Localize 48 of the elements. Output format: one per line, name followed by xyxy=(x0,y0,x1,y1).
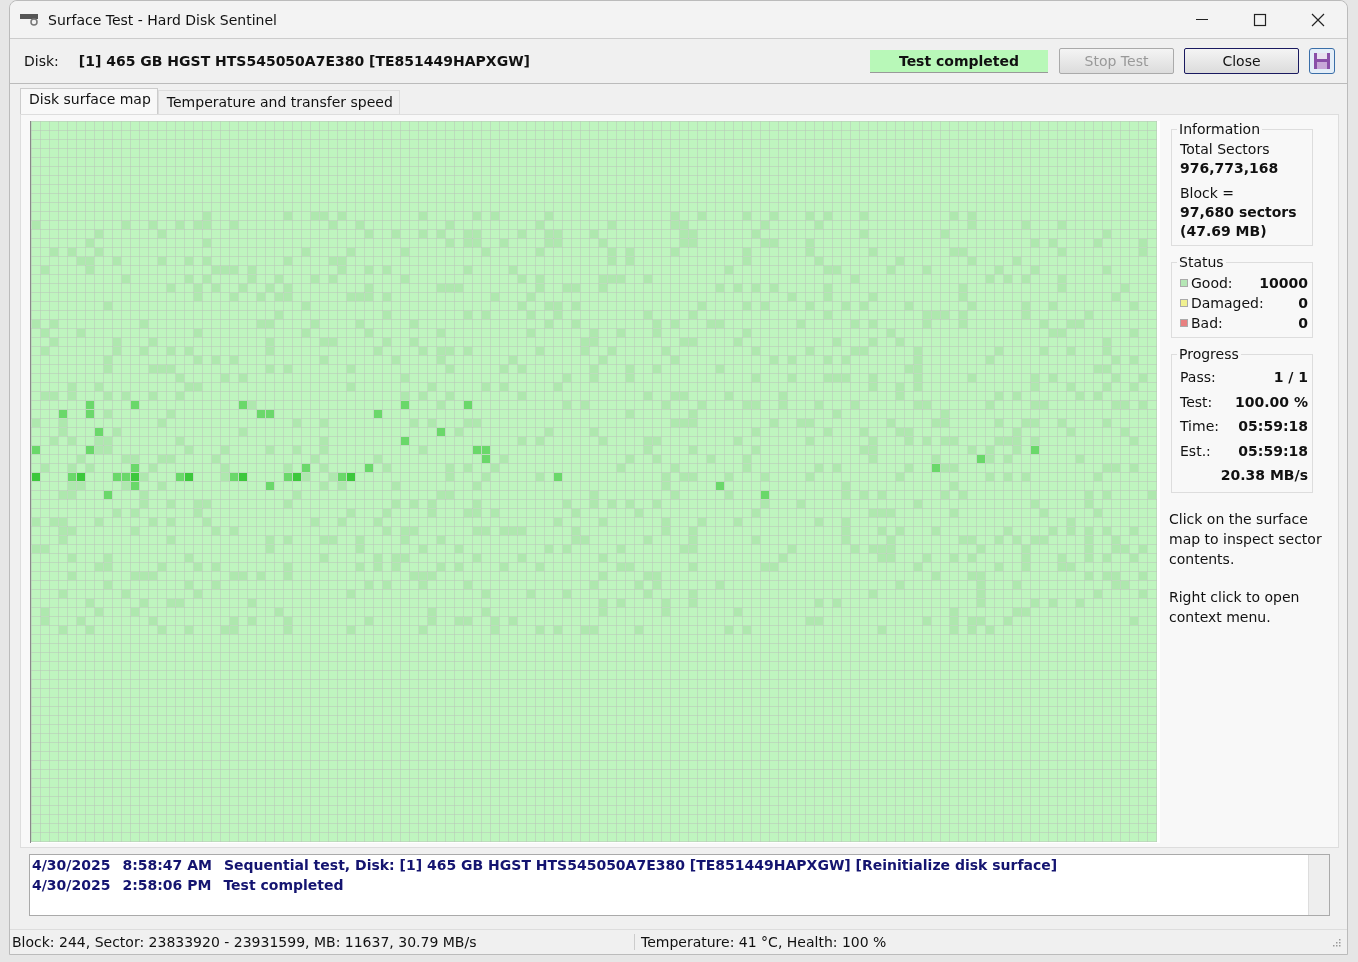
resize-grip-icon[interactable] xyxy=(1331,937,1341,947)
progress-value: 20.38 MB/s xyxy=(1220,466,1308,485)
log-message: Test completed xyxy=(223,876,344,895)
group-title: Progress xyxy=(1177,346,1241,362)
status-text: Block: 244, Sector: 23833920 - 23931599, MB: 11637, 30.79 MB/s xyxy=(10,934,635,950)
status-label: Damaged: xyxy=(1191,294,1265,313)
progress-value: 1 / 1 xyxy=(1273,368,1308,387)
status-value: 0 xyxy=(1298,314,1308,333)
close-icon xyxy=(1311,12,1325,27)
status-value: 10000 xyxy=(1259,274,1308,293)
disk-label: Disk: xyxy=(24,53,59,69)
status-value: 0 xyxy=(1298,294,1308,313)
info-text: 976,773,168 xyxy=(1180,159,1280,178)
progress-label: Pass: xyxy=(1180,368,1217,387)
log-time: 2:58:06 PM xyxy=(122,876,212,895)
disk-value: [1] 465 GB HGST HTS545050A7E380 [TE851449HAPXGW] xyxy=(78,53,530,69)
log-message: Sequential test, Disk: [1] 465 GB HGST HTS545050A7E380 [TE851449HAPXGW] [Reinitialize disk surface] xyxy=(223,856,1058,875)
progress-value: 100.00 % xyxy=(1235,392,1308,412)
test-status: Test completed xyxy=(870,49,1048,73)
minimize-icon xyxy=(1196,19,1208,20)
maximize-icon xyxy=(1253,12,1267,27)
hint-text: Click on the surface map to inspect sector contents. xyxy=(1169,509,1323,569)
progress-label: Test: xyxy=(1180,392,1214,412)
group-title: Status xyxy=(1177,254,1226,270)
progress-label: Time: xyxy=(1180,417,1220,436)
progress-label: Est.: xyxy=(1180,441,1212,461)
status-text: Temperature: 41 °C, Health: 100 % xyxy=(640,934,888,950)
progress-value: 05:59:18 xyxy=(1238,417,1308,436)
group-title: Information xyxy=(1177,121,1263,137)
surface-map-drawing[interactable] xyxy=(31,121,1157,842)
log-time: 8:58:47 AM xyxy=(122,856,212,875)
tab[interactable]: Temperature and transfer speed xyxy=(157,90,400,114)
disk-icon xyxy=(20,12,40,27)
progress-value: 05:59:18 xyxy=(1238,441,1308,461)
info-text: (47.69 MB) xyxy=(1180,222,1268,241)
info-text: Block = xyxy=(1180,184,1236,203)
info-text: Total Sectors xyxy=(1180,140,1271,159)
scrollbar[interactable] xyxy=(1308,855,1329,915)
status-label: Bad: xyxy=(1191,314,1224,333)
save-button[interactable] xyxy=(1309,48,1335,74)
tab[interactable]: Disk surface map xyxy=(20,88,158,114)
close-button[interactable]: Close xyxy=(1184,48,1299,74)
status-label: Good: xyxy=(1191,274,1234,293)
info-text: 97,680 sectors xyxy=(1180,203,1298,222)
hint-text: Right click to open context menu. xyxy=(1169,587,1301,627)
log-date: 4/30/2025 xyxy=(32,876,111,895)
log-date: 4/30/2025 xyxy=(32,856,111,875)
window-title: Surface Test - Hard Disk Sentinel xyxy=(48,11,277,28)
